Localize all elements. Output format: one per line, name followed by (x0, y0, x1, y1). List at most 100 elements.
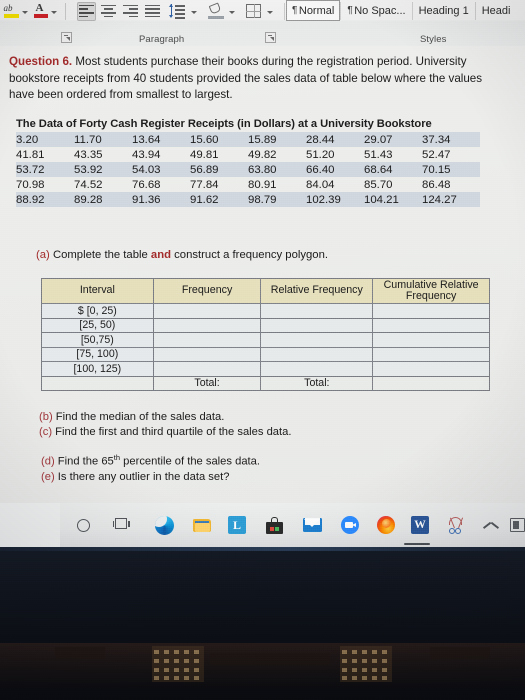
part-e-label: (e) (41, 470, 55, 483)
relative-frequency-cell[interactable] (260, 346, 374, 362)
microsoft-store-icon[interactable] (263, 514, 285, 536)
align-center-button[interactable] (99, 2, 118, 21)
frequency-cell[interactable] (152, 346, 262, 362)
data-cell: 54.03 (132, 163, 161, 176)
part-a-emphasis: and (150, 249, 172, 261)
align-right-button[interactable] (121, 2, 140, 21)
data-cell: 3.20 (16, 133, 39, 146)
total-relative-frequency-label: Total: (260, 375, 374, 391)
part-b-label: (b) (39, 411, 53, 423)
borders-dropdown-icon[interactable] (267, 10, 273, 14)
cumulative-relative-frequency-cell[interactable] (372, 317, 490, 333)
part-b-text: Find the median of the sales data. (52, 411, 225, 423)
frequency-table-row: [50,75) (41, 332, 490, 348)
shading-button[interactable] (206, 1, 225, 21)
question-label: Question 6. (9, 55, 73, 68)
justify-icon (145, 4, 160, 18)
font-color-icon: A (33, 2, 49, 19)
data-cell: 56.89 (190, 163, 219, 176)
cumulative-relative-frequency-cell[interactable] (372, 303, 490, 319)
firefox-icon[interactable] (375, 514, 397, 536)
cumulative-relative-frequency-cell[interactable] (372, 332, 490, 348)
part-a-text-after: construct a frequency polygon. (171, 249, 329, 261)
style-chip-normal[interactable]: ¶ Normal (286, 0, 341, 21)
taskbar-start-region (0, 503, 60, 547)
style-chip-heading-2[interactable]: Headi (476, 0, 517, 21)
monitor-bezel-glow (0, 547, 525, 551)
part-d-label: (d) (41, 455, 55, 468)
data-table-title: The Data of Forty Cash Register Receipts… (16, 118, 432, 130)
frequency-cell[interactable] (152, 303, 262, 319)
font-group-dialog-launcher[interactable] (61, 32, 72, 43)
paragraph-group-dialog-launcher[interactable] (265, 32, 276, 43)
data-cell: 88.92 (16, 193, 45, 206)
show-hidden-icons-chevron-icon[interactable] (480, 514, 502, 536)
borders-button[interactable] (244, 2, 263, 21)
frequency-table[interactable]: Interval Frequency Relative Frequency Cu… (41, 278, 490, 391)
cumulative-relative-frequency-cell[interactable] (372, 346, 490, 362)
line-spacing-button[interactable] (165, 2, 187, 21)
data-cell: 53.72 (16, 163, 45, 176)
data-cell: 52.47 (422, 148, 451, 161)
align-left-button[interactable] (77, 1, 96, 21)
search-icon[interactable] (72, 514, 94, 536)
relative-frequency-cell[interactable] (260, 332, 374, 348)
data-table-row: 41.81 43.35 43.94 49.81 49.82 51.20 51.43 52.47 (16, 147, 480, 162)
relative-frequency-cell[interactable] (260, 317, 374, 333)
tray-icon[interactable] (506, 514, 525, 536)
data-cell: 76.68 (132, 178, 161, 191)
frequency-cell[interactable] (152, 317, 262, 333)
line-spacing-dropdown-icon[interactable] (191, 10, 197, 14)
text-highlight-color-dropdown-icon[interactable] (22, 10, 28, 14)
data-cell: 70.98 (16, 178, 45, 191)
keyboard-cluster-right (340, 646, 392, 682)
data-cell: 51.20 (306, 148, 335, 161)
data-cell: 80.91 (248, 178, 277, 191)
data-cell: 49.81 (190, 148, 219, 161)
data-cell: 41.81 (16, 148, 45, 161)
style-chip-no-spacing[interactable]: ¶ No Spac... (341, 0, 411, 21)
part-a-label: (a) (36, 249, 50, 261)
frequency-cell[interactable] (152, 361, 262, 377)
style-chip-heading-1[interactable]: Heading 1 (413, 0, 475, 21)
data-cell: 68.64 (364, 163, 393, 176)
font-color-button[interactable]: A (31, 2, 50, 21)
total-frequency-label: Total: (152, 375, 262, 391)
data-cell: 63.80 (248, 163, 277, 176)
frequency-cell[interactable] (152, 332, 262, 348)
data-cell: 104.21 (364, 193, 399, 206)
justify-button[interactable] (143, 2, 162, 21)
part-c-label: (c) (39, 426, 53, 438)
word-icon[interactable]: W (409, 514, 431, 536)
part-b-line: (b) Find the median of the sales data. (39, 410, 291, 425)
relative-frequency-cell[interactable] (260, 361, 374, 377)
frequency-table-header-row: Interval Frequency Relative Frequency Cu… (41, 278, 490, 304)
parts-de-block: (d) Find the 65th percentile of the sale… (41, 450, 260, 485)
task-view-icon[interactable] (110, 514, 132, 536)
font-color-dropdown-icon[interactable] (51, 10, 57, 14)
zoom-icon[interactable] (339, 514, 361, 536)
question-body: Most students purchase their books durin… (9, 55, 483, 101)
active-app-indicator (404, 543, 430, 545)
document-page[interactable]: Question 6. Most students purchase their… (0, 46, 525, 503)
part-a-instruction: (a) Complete the table and construct a f… (36, 249, 328, 261)
data-cell: 74.52 (74, 178, 103, 191)
text-highlight-color-icon: ab (3, 3, 20, 19)
align-right-icon (123, 4, 138, 18)
align-center-icon (101, 4, 116, 18)
total-cumulative-cell (372, 375, 490, 391)
data-cell: 11.70 (74, 133, 102, 146)
file-explorer-icon[interactable] (191, 514, 213, 536)
cumulative-relative-frequency-cell[interactable] (372, 361, 490, 377)
snipping-tool-icon[interactable] (446, 514, 468, 536)
shading-dropdown-icon[interactable] (229, 10, 235, 14)
data-cell: 91.62 (190, 193, 219, 206)
edge-icon[interactable] (153, 514, 175, 536)
text-highlight-color-button[interactable]: ab (2, 2, 21, 21)
shading-icon (207, 1, 224, 19)
data-table-row: 3.20 11.70 13.64 15.60 15.89 28.44 29.07 37.34 (16, 132, 480, 147)
ribbon-divider (65, 2, 66, 20)
mail-icon[interactable] (301, 514, 323, 536)
lockdown-browser-icon[interactable]: L (226, 514, 248, 536)
relative-frequency-cell[interactable] (260, 303, 374, 319)
